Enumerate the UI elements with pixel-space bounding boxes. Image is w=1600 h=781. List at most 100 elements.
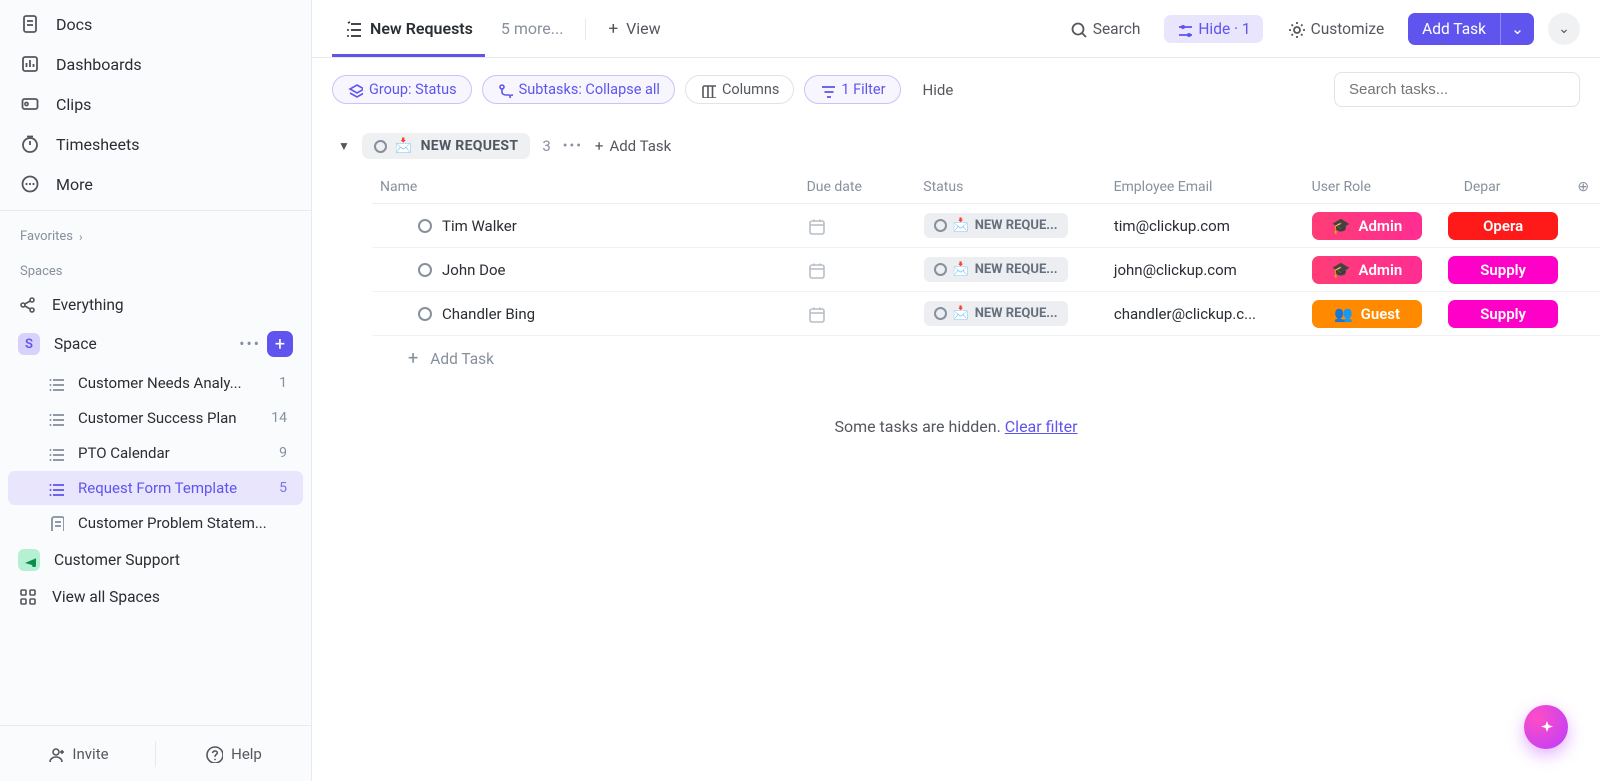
view-tabs-bar: New Requests 5 more... + View Search Hid… <box>312 0 1600 58</box>
status-circle-icon[interactable] <box>418 219 432 233</box>
sidebar-everything[interactable]: Everything <box>0 287 311 323</box>
gear-icon <box>1287 20 1305 38</box>
col-email[interactable]: Employee Email <box>1106 171 1304 203</box>
clip-icon <box>20 94 40 114</box>
header-menu-button[interactable]: ⌄ <box>1548 13 1580 45</box>
sidebar-nav-dashboards[interactable]: Dashboards <box>0 44 311 84</box>
chevron-down-icon[interactable]: ⌄ <box>1500 13 1534 45</box>
timer-icon <box>20 134 40 154</box>
header-hide-chip[interactable]: Hide · 1 <box>1164 15 1262 43</box>
sidebar-nav-more[interactable]: More <box>0 164 311 204</box>
status-chip[interactable]: 📩NEW REQUE... <box>924 213 1068 238</box>
doc-icon <box>48 515 66 531</box>
filter-hide[interactable]: Hide <box>923 81 954 99</box>
dash-icon <box>20 54 40 74</box>
email-cell[interactable]: john@clickup.com <box>1106 261 1304 279</box>
status-circle-icon[interactable] <box>418 307 432 321</box>
sidebar-nav-docs[interactable]: Docs <box>0 4 311 44</box>
table-row[interactable]: Chandler Bing 📩NEW REQUE... chandler@cli… <box>372 292 1600 336</box>
table-row[interactable]: Tim Walker 📩NEW REQUE... tim@clickup.com… <box>372 204 1600 248</box>
person-add-icon <box>46 745 64 763</box>
task-name: Chandler Bing <box>442 305 535 323</box>
chip-group-status[interactable]: Group: Status <box>332 75 472 104</box>
dept-badge[interactable]: Supply <box>1448 300 1558 328</box>
col-department[interactable]: Depar <box>1440 171 1567 203</box>
chip-columns[interactable]: Columns <box>685 75 794 104</box>
sliders-icon <box>1176 21 1192 37</box>
group-more-icon[interactable]: ••• <box>563 138 583 154</box>
dept-badge[interactable]: Opera <box>1448 212 1558 240</box>
ai-fab-button[interactable] <box>1524 705 1568 749</box>
sidebar-list-item[interactable]: Request Form Template5 <box>8 471 303 505</box>
sidebar-nav-timesheets[interactable]: Timesheets <box>0 124 311 164</box>
favorites-section[interactable]: Favorites › <box>0 217 311 252</box>
list-icon <box>48 410 66 426</box>
col-role[interactable]: User Role <box>1304 171 1440 203</box>
calendar-icon[interactable] <box>807 305 825 323</box>
chevron-down-icon: ⌄ <box>1558 21 1570 37</box>
col-name[interactable]: Name <box>372 171 799 203</box>
email-cell[interactable]: chandler@clickup.c... <box>1106 305 1304 323</box>
group-collapse-caret[interactable]: ▼ <box>338 139 350 153</box>
help-button[interactable]: Help <box>156 726 311 781</box>
chip-subtasks[interactable]: Subtasks: Collapse all <box>482 75 675 104</box>
role-badge[interactable]: 🎓Admin <box>1312 212 1422 240</box>
role-badge[interactable]: 👥Guest <box>1312 300 1422 328</box>
status-circle-icon[interactable] <box>418 263 432 277</box>
col-due-date[interactable]: Due date <box>799 171 916 203</box>
sidebar-list-item[interactable]: Customer Needs Analy...1 <box>8 366 303 400</box>
sidebar-space[interactable]: S Space ••• + <box>0 323 311 365</box>
sidebar-customer-support[interactable]: Customer Support <box>0 541 311 579</box>
grid-icon <box>18 587 38 607</box>
share-icon <box>18 295 38 315</box>
task-name: John Doe <box>442 261 505 279</box>
chevron-right-icon: › <box>79 230 83 244</box>
spaces-section-label: Spaces <box>0 252 311 287</box>
col-status[interactable]: Status <box>915 171 1105 203</box>
task-name: Tim Walker <box>442 217 517 235</box>
dept-badge[interactable]: Supply <box>1448 256 1558 284</box>
list-icon <box>48 375 66 391</box>
calendar-icon[interactable] <box>807 217 825 235</box>
header-search[interactable]: Search <box>1059 15 1151 43</box>
task-table: Name Due date Status Employee Email User… <box>372 171 1600 377</box>
sidebar-view-all-spaces[interactable]: View all Spaces <box>0 579 311 615</box>
group-status-chip[interactable]: 📩 NEW REQUEST <box>362 133 530 159</box>
invite-button[interactable]: Invite <box>0 726 155 781</box>
table-row[interactable]: John Doe 📩NEW REQUE... john@clickup.com … <box>372 248 1600 292</box>
status-chip[interactable]: 📩NEW REQUE... <box>924 301 1068 326</box>
space-add-button[interactable]: + <box>267 331 293 357</box>
tab-more[interactable]: 5 more... <box>489 19 576 38</box>
space-badge: S <box>18 333 40 355</box>
main-content: New Requests 5 more... + View Search Hid… <box>312 0 1600 781</box>
role-badge[interactable]: 🎓Admin <box>1312 256 1422 284</box>
add-column-button[interactable]: ⊕ <box>1567 171 1600 203</box>
doc-icon <box>20 14 40 34</box>
list-icon <box>48 445 66 461</box>
group-count: 3 <box>542 137 550 155</box>
calendar-icon[interactable] <box>807 261 825 279</box>
tab-add-view[interactable]: + View <box>596 0 672 57</box>
clear-filter-link[interactable]: Clear filter <box>1005 417 1078 436</box>
search-tasks-input[interactable] <box>1334 72 1580 107</box>
more-icon <box>20 174 40 194</box>
plane-icon <box>18 549 40 571</box>
sidebar-nav-clips[interactable]: Clips <box>0 84 311 124</box>
sidebar-list-item[interactable]: Customer Problem Statem... <box>8 506 303 540</box>
tab-new-requests[interactable]: New Requests <box>332 0 485 57</box>
hidden-tasks-message: Some tasks are hidden. Clear filter <box>312 417 1600 436</box>
status-chip[interactable]: 📩NEW REQUE... <box>924 257 1068 282</box>
help-icon <box>205 745 223 763</box>
sidebar-list-item[interactable]: PTO Calendar9 <box>8 436 303 470</box>
header-add-task-button[interactable]: Add Task ⌄ <box>1408 13 1534 45</box>
header-customize[interactable]: Customize <box>1277 15 1395 43</box>
chip-filter[interactable]: 1 Filter <box>804 75 900 104</box>
list-view-icon <box>344 20 362 38</box>
sidebar-list-item[interactable]: Customer Success Plan14 <box>8 401 303 435</box>
space-more-icon[interactable]: ••• <box>239 335 261 353</box>
table-header-row: Name Due date Status Employee Email User… <box>372 171 1600 204</box>
add-task-row[interactable]: + Add Task <box>372 336 1600 377</box>
sidebar: DocsDashboardsClipsTimesheetsMore Favori… <box>0 0 312 781</box>
group-add-task[interactable]: +Add Task <box>595 137 671 155</box>
email-cell[interactable]: tim@clickup.com <box>1106 217 1304 235</box>
